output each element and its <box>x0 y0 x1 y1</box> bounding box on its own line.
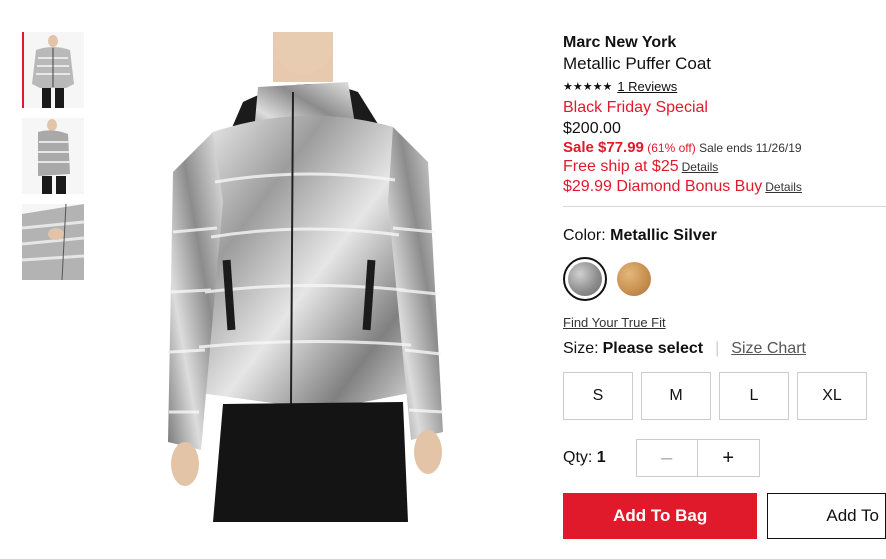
action-buttons: Add To Bag Add To <box>563 493 886 539</box>
size-button-l[interactable]: L <box>719 372 789 420</box>
find-true-fit-link[interactable]: Find Your True Fit <box>563 315 886 330</box>
size-button-m[interactable]: M <box>641 372 711 420</box>
bonus-buy-text: $29.99 Diamond Bonus Buy <box>563 178 763 195</box>
color-label-row: Color: Metallic Silver <box>563 227 886 245</box>
size-selected: Please select <box>602 340 704 357</box>
size-separator: | <box>715 340 720 357</box>
bonus-details-link[interactable]: Details <box>765 180 802 194</box>
thumbnail-front[interactable] <box>22 32 84 108</box>
swatch-metallic-silver[interactable] <box>563 257 607 301</box>
swatch-tan[interactable] <box>612 257 656 301</box>
reviews-link[interactable]: 1 Reviews <box>617 79 677 94</box>
size-button-xl[interactable]: XL <box>797 372 867 420</box>
color-label: Color: <box>563 227 606 244</box>
sale-percent: (61% off) <box>647 141 696 155</box>
add-to-bag-button[interactable]: Add To Bag <box>563 493 758 539</box>
thumbnail-gallery <box>22 32 84 290</box>
original-price: $200.00 <box>563 120 621 137</box>
quantity-row: Qty: 1 – + <box>563 439 886 477</box>
sale-ends: Sale ends 11/26/19 <box>699 141 802 155</box>
sale-price-row: Sale $77.99 (61% off) Sale ends 11/26/19 <box>563 139 886 156</box>
star-rating-icon: ★★★★★ <box>563 81 613 93</box>
thumbnail-side[interactable] <box>22 118 84 194</box>
bonus-buy-row: $29.99 Diamond Bonus Buy Details <box>563 178 886 196</box>
rating-row: ★★★★★ 1 Reviews <box>563 79 886 94</box>
sale-price: Sale $77.99 <box>563 139 644 156</box>
quantity-value: 1 <box>596 449 606 466</box>
color-swatches <box>563 257 886 301</box>
promo-label: Black Friday Special <box>563 99 708 116</box>
add-to-list-button[interactable]: Add To <box>767 493 886 539</box>
size-chart-link[interactable]: Size Chart <box>731 340 806 358</box>
quantity-label-group: Qty: 1 <box>563 449 606 467</box>
swatch-tan-fill <box>617 262 651 296</box>
quantity-minus-button[interactable]: – <box>637 440 698 476</box>
quantity-plus-button[interactable]: + <box>698 440 759 476</box>
free-ship-text: Free ship at $25 <box>563 158 679 175</box>
divider <box>563 206 886 207</box>
selected-color: Metallic Silver <box>610 227 717 244</box>
size-label: Size: <box>563 340 599 357</box>
quantity-stepper: – + <box>635 439 760 477</box>
free-ship-row: Free ship at $25 Details <box>563 158 886 176</box>
swatch-silver-fill <box>568 262 602 296</box>
main-product-image[interactable] <box>153 32 503 522</box>
product-info: Marc New York Metallic Puffer Coat ★★★★★… <box>563 33 886 539</box>
size-label-row: Size: Please select | Size Chart <box>563 340 886 358</box>
size-options: S M L XL <box>563 372 886 420</box>
brand-name[interactable]: Marc New York <box>563 33 886 52</box>
size-button-s[interactable]: S <box>563 372 633 420</box>
thumbnail-detail[interactable] <box>22 204 84 280</box>
free-ship-details-link[interactable]: Details <box>682 160 719 174</box>
product-title: Metallic Puffer Coat <box>563 54 712 73</box>
quantity-label: Qty: <box>563 449 593 466</box>
